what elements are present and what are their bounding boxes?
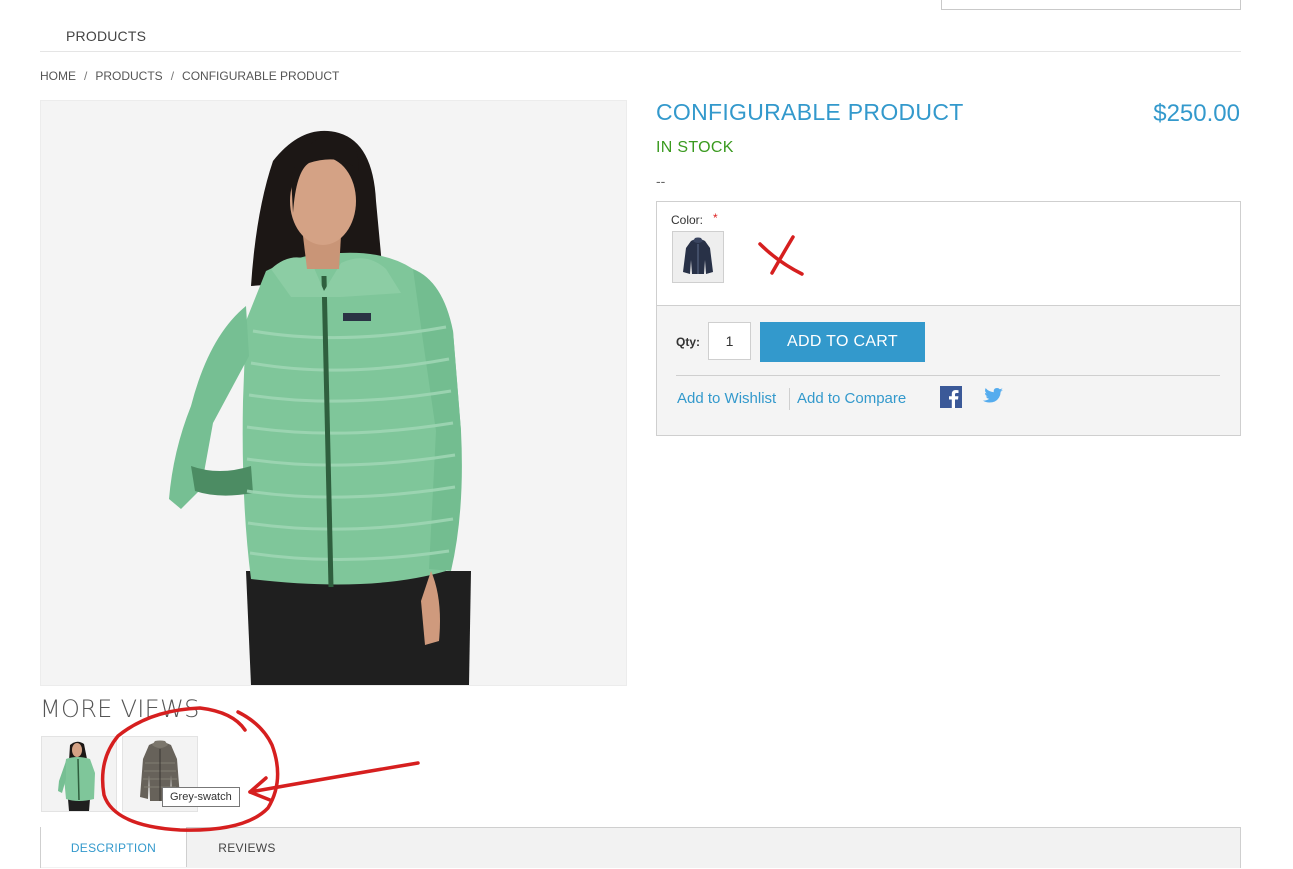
- twitter-icon[interactable]: [980, 387, 1003, 407]
- green-jacket-thumb: [42, 737, 116, 811]
- product-options-panel: [656, 201, 1241, 306]
- add-to-wishlist-link[interactable]: Add to Wishlist: [677, 390, 776, 407]
- navy-jacket-swatch: [673, 232, 723, 282]
- red-arrow-head: [248, 776, 272, 802]
- product-price: $250.00: [1153, 100, 1240, 127]
- add-to-cart-button[interactable]: ADD TO CART: [760, 322, 925, 362]
- red-arrow: [248, 761, 420, 794]
- breadcrumb: HOME / PRODUCTS / CONFIGURABLE PRODUCT: [40, 69, 339, 83]
- breadcrumb-current: CONFIGURABLE PRODUCT: [182, 69, 340, 83]
- link-separator: [789, 388, 790, 410]
- nav-item-products[interactable]: PRODUCTS: [66, 28, 146, 44]
- thumbnail-green[interactable]: [41, 736, 117, 812]
- breadcrumb-home[interactable]: HOME: [40, 69, 76, 83]
- breadcrumb-products[interactable]: PRODUCTS: [95, 69, 162, 83]
- search-input[interactable]: [941, 0, 1241, 10]
- required-marker: *: [713, 211, 718, 225]
- cart-divider: [676, 375, 1220, 376]
- stock-status: IN STOCK: [656, 139, 734, 156]
- more-views-heading: MORE VIEWS: [40, 695, 200, 723]
- thumbnail-tooltip: Grey-swatch: [162, 787, 240, 807]
- facebook-icon[interactable]: [940, 386, 962, 408]
- breadcrumb-separator: /: [84, 69, 88, 83]
- main-product-image[interactable]: [40, 100, 627, 686]
- short-description: --: [656, 173, 666, 189]
- tab-description[interactable]: DESCRIPTION: [41, 827, 187, 867]
- qty-label: Qty:: [676, 335, 700, 349]
- qty-input[interactable]: [708, 322, 751, 360]
- add-to-compare-link[interactable]: Add to Compare: [797, 390, 906, 407]
- tab-reviews[interactable]: REVIEWS: [187, 827, 307, 867]
- product-title: CONFIGURABLE PRODUCT: [656, 99, 964, 125]
- green-jacket-photo: [41, 101, 626, 685]
- nav-divider: [40, 51, 1241, 52]
- color-swatch-navy[interactable]: [672, 231, 724, 283]
- breadcrumb-separator: /: [170, 69, 175, 83]
- color-option-label: Color:: [671, 213, 704, 227]
